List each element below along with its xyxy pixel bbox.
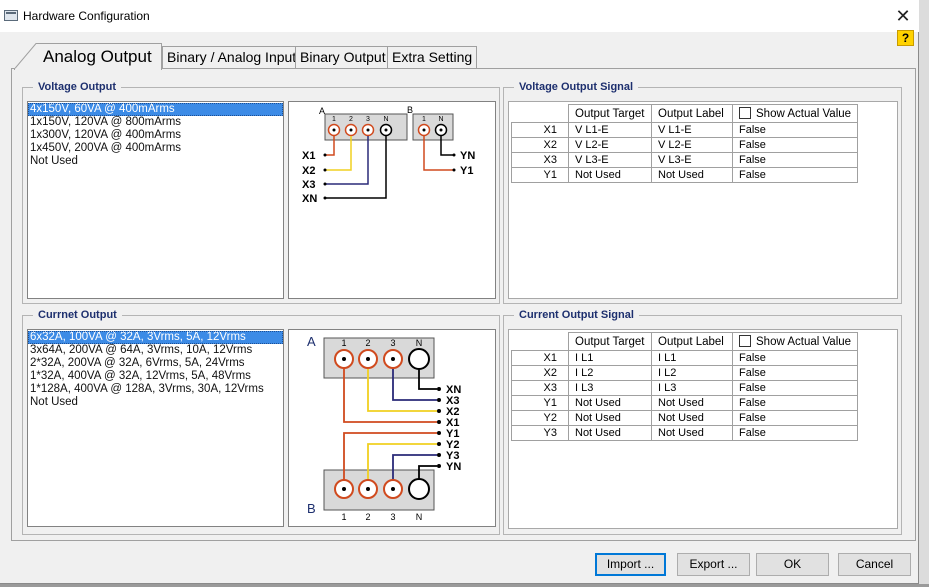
table-row[interactable]: Y2 Not Used Not Used False xyxy=(511,410,859,426)
import-button[interactable]: Import ... xyxy=(595,553,666,576)
voltage-signal-title: Voltage Output Signal xyxy=(514,80,639,94)
list-item[interactable]: Not Used xyxy=(28,396,283,409)
table-row[interactable]: X3 V L3-E V L3-E False xyxy=(511,152,859,168)
table-row[interactable]: Y1 Not Used Not Used False xyxy=(511,167,859,183)
list-item[interactable]: 4x150V, 60VA @ 400mArms xyxy=(28,103,283,116)
terminal-label-xn: XN xyxy=(302,193,317,205)
close-icon[interactable]: ✕ xyxy=(891,4,915,28)
show-actual-value-checkbox[interactable] xyxy=(739,107,751,119)
current-output-group: Currnet Output 6x32A, 100VA @ 32A, 3Vrms… xyxy=(22,308,500,535)
show-actual-value-checkbox[interactable] xyxy=(739,335,751,347)
list-item[interactable]: 1x300V, 120VA @ 400mArms xyxy=(28,129,283,142)
terminal-label: 1 xyxy=(341,512,346,522)
list-item[interactable]: 2*32A, 200VA @ 32A, 6Vrms, 5A, 24Vrms xyxy=(28,357,283,370)
tab-extra-setting[interactable]: Extra Setting xyxy=(387,46,478,68)
table-row[interactable]: Y1 Not Used Not Used False xyxy=(511,395,859,411)
window-icon xyxy=(4,10,18,21)
table-row[interactable]: X2 V L2-E V L2-E False xyxy=(511,137,859,153)
tab-binary-output[interactable]: Binary Output xyxy=(295,46,391,68)
current-signal-table: Output Target Output Label Show Actual V… xyxy=(511,332,859,441)
group-b-label: B xyxy=(407,105,413,115)
column-header: Output Target xyxy=(568,332,652,351)
terminal-label: 3 xyxy=(366,116,370,123)
terminal-label: N xyxy=(438,116,443,123)
terminal-label: 3 xyxy=(390,512,395,522)
terminal-label: 1 xyxy=(341,338,346,348)
terminal-label-yn: YN xyxy=(446,461,461,473)
column-header: Output Label xyxy=(651,332,733,351)
voltage-signal-group: Voltage Output Signal Output Target Outp… xyxy=(503,80,902,304)
terminal-label: N xyxy=(416,512,423,522)
tab-analog-output[interactable]: Analog Output xyxy=(14,43,162,70)
tab-label: Analog Output xyxy=(43,47,152,66)
terminal-label: 2 xyxy=(365,512,370,522)
list-item[interactable]: 1*32A, 400VA @ 32A, 12Vrms, 5A, 48Vrms xyxy=(28,370,283,383)
current-signal-grid: Output Target Output Label Show Actual V… xyxy=(508,329,898,529)
voltage-output-group: Voltage Output 4x150V, 60VA @ 400mArms 1… xyxy=(22,80,500,304)
list-item[interactable]: 3x64A, 200VA @ 64A, 3Vrms, 10A, 12Vrms xyxy=(28,344,283,357)
column-header: Output Target xyxy=(568,104,652,123)
current-wiring-diagram: A B 1 2 3 N 1 2 3 N XN X3 X2 X1 Y1 Y2 Y3… xyxy=(288,329,496,527)
ok-button[interactable]: OK xyxy=(756,553,829,576)
terminal-label-x2: X2 xyxy=(302,165,315,177)
terminal-label: 2 xyxy=(365,338,370,348)
show-actual-value-header[interactable]: Show Actual Value xyxy=(731,332,859,351)
export-button[interactable]: Export ... xyxy=(677,553,750,576)
current-output-title: Currnet Output xyxy=(33,308,122,322)
list-item[interactable]: 6x32A, 100VA @ 32A, 3Vrms, 5A, 12Vrms xyxy=(28,331,283,344)
group-a-label: A xyxy=(319,106,325,116)
terminal-label: N xyxy=(383,116,388,123)
terminal-label: 2 xyxy=(349,116,353,123)
background-window xyxy=(919,0,929,587)
terminal-label: 1 xyxy=(422,116,426,123)
list-item[interactable]: Not Used xyxy=(28,155,283,168)
terminal-label-x1: X1 xyxy=(302,150,315,162)
voltage-signal-table: Output Target Output Label Show Actual V… xyxy=(511,104,859,183)
voltage-wiring-diagram: A B 1 2 3 N 1 N X1 X2 X3 XN YN Y1 xyxy=(288,101,496,299)
voltage-signal-grid: Output Target Output Label Show Actual V… xyxy=(508,101,898,299)
table-row[interactable]: X1 V L1-E V L1-E False xyxy=(511,122,859,138)
table-row[interactable]: Y3 Not Used Not Used False xyxy=(511,425,859,441)
terminal-label-yn: YN xyxy=(460,150,475,162)
list-item[interactable]: 1*128A, 400VA @ 128A, 3Vrms, 30A, 12Vrms xyxy=(28,383,283,396)
window-title: Hardware Configuration xyxy=(23,9,150,23)
list-item[interactable]: 1x450V, 200VA @ 400mArms xyxy=(28,142,283,155)
table-row[interactable]: X2 I L2 I L2 False xyxy=(511,365,859,381)
table-row[interactable]: X3 I L3 I L3 False xyxy=(511,380,859,396)
column-header: Output Label xyxy=(651,104,733,123)
terminal-label: 3 xyxy=(390,338,395,348)
list-item[interactable]: 1x150V, 120VA @ 800mArms xyxy=(28,116,283,129)
tab-panel-analog-output: Voltage Output 4x150V, 60VA @ 400mArms 1… xyxy=(11,68,916,541)
title-bar: Hardware Configuration ✕ xyxy=(0,0,919,32)
current-output-list[interactable]: 6x32A, 100VA @ 32A, 3Vrms, 5A, 12Vrms 3x… xyxy=(27,329,284,527)
group-b-label: B xyxy=(307,501,316,516)
tab-binary-analog-input[interactable]: Binary / Analog Input xyxy=(162,46,302,68)
cancel-button[interactable]: Cancel xyxy=(838,553,911,576)
current-signal-group: Current Output Signal Output Target Outp… xyxy=(503,308,902,535)
voltage-output-list[interactable]: 4x150V, 60VA @ 400mArms 1x150V, 120VA @ … xyxy=(27,101,284,299)
voltage-output-title: Voltage Output xyxy=(33,80,122,94)
terminal-label-x3: X3 xyxy=(302,179,315,191)
group-a-label: A xyxy=(307,334,316,349)
terminal-label-y1: Y1 xyxy=(460,165,473,177)
current-signal-title: Current Output Signal xyxy=(514,308,639,322)
help-icon[interactable]: ? xyxy=(897,30,914,46)
terminal-label: N xyxy=(416,338,423,348)
hardware-configuration-dialog: Hardware Configuration ✕ ? Voltage Outpu… xyxy=(0,0,919,584)
table-row[interactable]: X1 I L1 I L1 False xyxy=(511,350,859,366)
terminal-label: 1 xyxy=(332,116,336,123)
show-actual-value-header[interactable]: Show Actual Value xyxy=(731,104,859,123)
